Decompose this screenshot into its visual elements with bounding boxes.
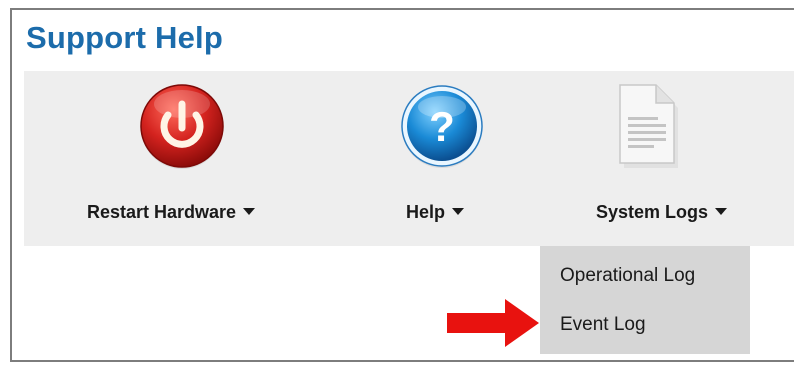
power-icon bbox=[140, 84, 224, 169]
event-log-menu-item[interactable]: Event Log bbox=[560, 314, 646, 336]
chevron-down-icon bbox=[452, 207, 465, 215]
system-logs-button[interactable]: System Logs bbox=[544, 71, 764, 246]
help-button[interactable]: ? Help bbox=[334, 71, 514, 246]
restart-hardware-label: Restart Hardware bbox=[87, 202, 237, 222]
red-arrow-icon bbox=[447, 299, 539, 347]
system-logs-dropdown: Operational Log Event Log bbox=[540, 246, 750, 354]
operational-log-menu-item[interactable]: Operational Log bbox=[560, 265, 695, 287]
toolbar: Restart Hardware ? Help System Logs bbox=[24, 71, 794, 246]
question-icon: ? bbox=[401, 85, 483, 168]
document-icon bbox=[619, 84, 678, 168]
help-label: Help bbox=[406, 202, 446, 222]
chevron-down-icon bbox=[715, 207, 728, 215]
chevron-down-icon bbox=[243, 207, 256, 215]
page-title: Support Help bbox=[26, 20, 223, 55]
svg-text:?: ? bbox=[429, 103, 455, 150]
system-logs-label: System Logs bbox=[596, 202, 709, 222]
restart-hardware-button[interactable]: Restart Hardware bbox=[24, 71, 324, 246]
